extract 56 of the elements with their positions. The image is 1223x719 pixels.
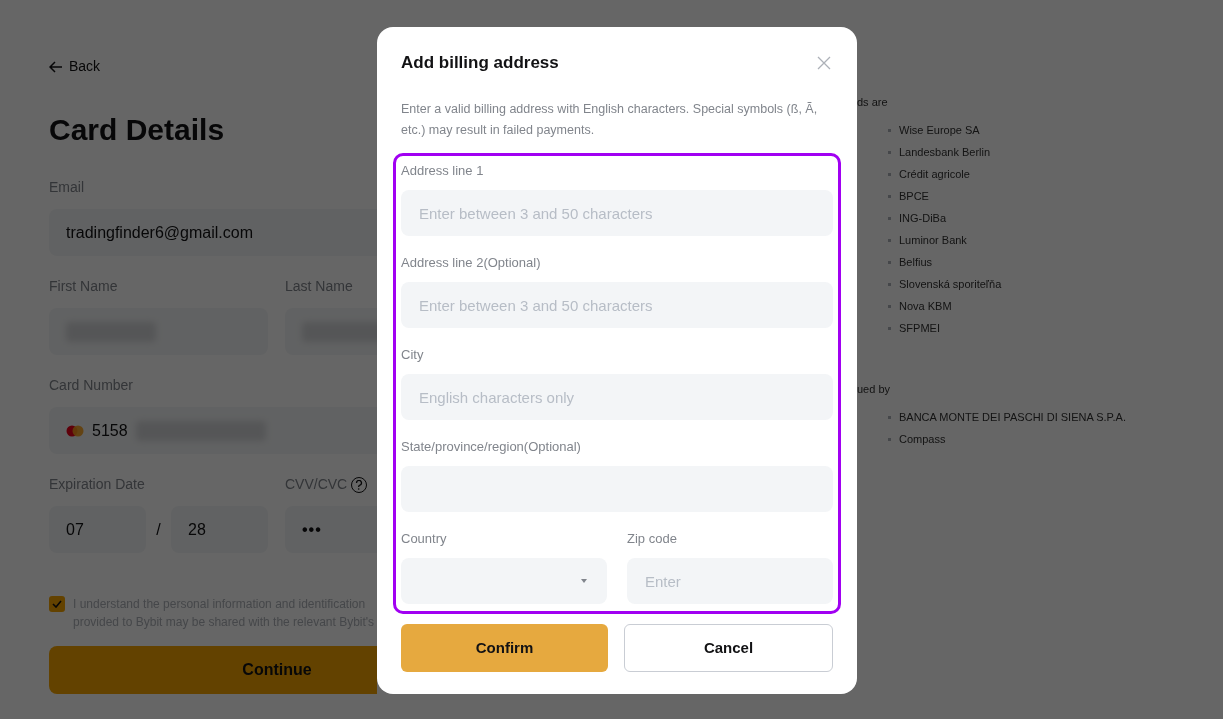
continue-button[interactable]: Continue <box>49 646 377 694</box>
year-field[interactable]: 28 <box>171 506 268 553</box>
address-input-field[interactable]: English characters only <box>401 374 833 420</box>
arrow-left-icon <box>49 60 63 73</box>
bank-name: Slovenská sporiteľňa <box>899 277 1002 293</box>
date-separator: / <box>155 519 162 540</box>
bank-name: Wise Europe SA <box>899 123 980 139</box>
bullet-icon <box>888 305 891 308</box>
bank-name: Landesbank Berlin <box>899 145 991 161</box>
bullet-icon <box>888 437 891 441</box>
field-label: City <box>401 346 425 364</box>
consent-checkbox[interactable] <box>49 596 65 612</box>
card-brand-icon <box>66 424 84 437</box>
bank-name: BPCE <box>899 189 929 205</box>
month-field[interactable]: 07 <box>49 506 146 553</box>
bank-name: Nova KBM <box>899 299 952 315</box>
address-input-field[interactable]: Enter between 3 and 50 characters <box>401 190 833 236</box>
dialog-title: Add billing address <box>401 52 559 74</box>
bullet-icon <box>888 217 891 220</box>
bullet-icon <box>888 327 891 330</box>
field-label: State/province/region(Optional) <box>401 438 582 456</box>
bullet-icon <box>888 415 891 419</box>
bullet-icon <box>888 173 891 176</box>
check-icon <box>52 600 62 608</box>
bullet-icon <box>888 129 891 132</box>
bank-name: SFPMEI <box>899 321 940 337</box>
intro-text: ued by <box>857 381 892 397</box>
bank-name: Luminor Bank <box>899 233 967 249</box>
card-number-field[interactable]: 5158 <box>49 407 377 454</box>
field-label: Zip code <box>627 530 678 548</box>
intro-text: ds are <box>857 95 889 110</box>
address-input-field[interactable]: Enter between 3 and 50 characters <box>401 282 833 328</box>
bank-name: ING-DiBa <box>899 211 947 227</box>
page-title: Card Details <box>49 112 226 148</box>
email-field[interactable]: tradingfinder6@gmail.com <box>49 209 377 256</box>
bullet-icon <box>888 283 891 286</box>
bullet-icon <box>888 239 891 242</box>
field-label: Address line 2(Optional) <box>401 254 542 272</box>
dialog-note: Enter a valid billing address with English characters. Special symbols (ß, Ã, etc.) may result in failed payments. <box>401 101 819 139</box>
bank-name: Belfius <box>899 255 933 271</box>
close-button[interactable] <box>817 56 831 70</box>
field-label: Address line 1 <box>401 162 485 180</box>
caret-icon <box>581 579 587 583</box>
confirm-button[interactable]: Confirm <box>401 624 608 672</box>
bullet-icon <box>888 151 891 154</box>
bank-name: BANCA MONTE DEI PASCHI DI SIENA S.P.A. <box>899 409 1126 425</box>
bullet-icon <box>888 261 891 264</box>
bank-name: Crédit agricole <box>899 167 970 183</box>
cvv-field[interactable]: ••• <box>285 506 377 553</box>
country-select[interactable] <box>401 558 607 604</box>
bullet-icon <box>888 195 891 198</box>
zip-code-field[interactable]: Enter <box>627 558 833 604</box>
cancel-button[interactable]: Cancel <box>624 624 833 672</box>
field-label: Country <box>401 530 448 548</box>
bank-name: Compass <box>899 431 946 447</box>
back-link[interactable]: Back <box>49 56 101 77</box>
